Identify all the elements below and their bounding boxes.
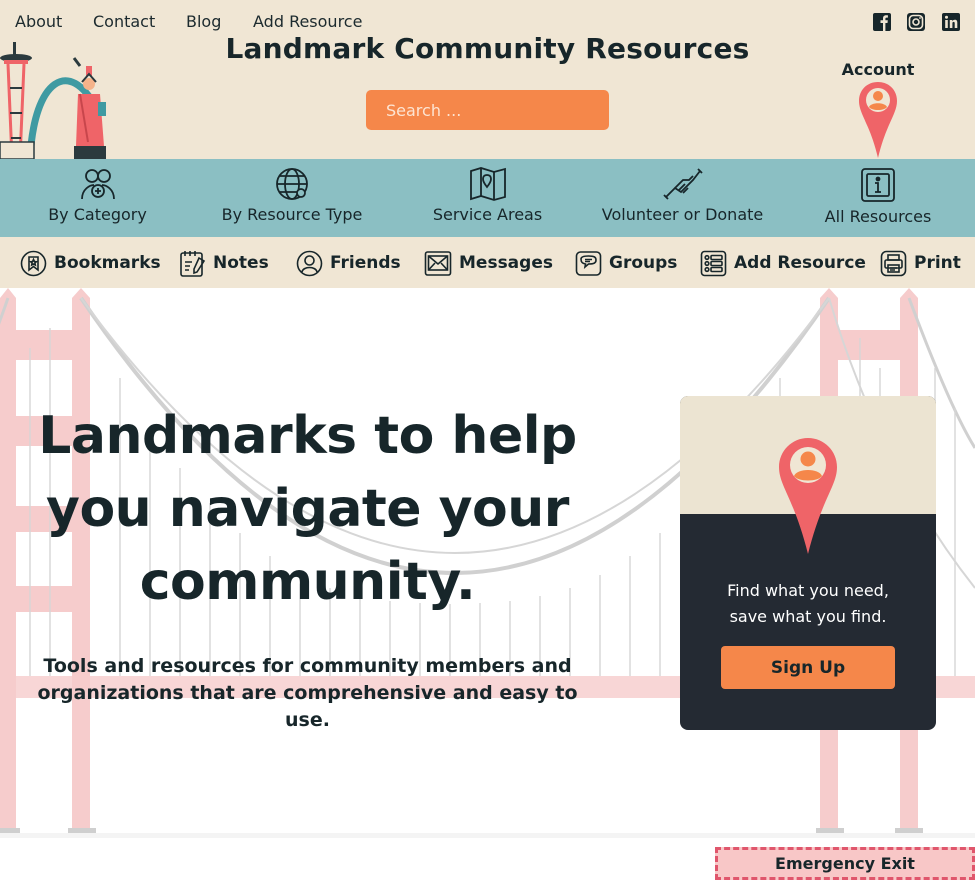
hero-section: Landmarks to help you navigate your comm… xyxy=(0,288,975,838)
blog-link[interactable]: Blog xyxy=(186,12,221,31)
tool-messages[interactable]: Messages xyxy=(424,249,553,277)
nav-by-category-label: By Category xyxy=(48,205,147,224)
nav-by-resource-type[interactable]: By Resource Type xyxy=(212,159,372,237)
handshake-icon xyxy=(662,168,703,200)
list-add-icon xyxy=(700,250,727,276)
contact-link[interactable]: Contact xyxy=(93,12,155,31)
nav-service-areas-label: Service Areas xyxy=(432,205,543,224)
hero-headline: Landmarks to help you navigate your comm… xyxy=(38,406,577,612)
add-resource-link[interactable]: Add Resource xyxy=(253,12,362,31)
tool-groups[interactable]: Groups xyxy=(575,249,677,277)
nav-service-areas[interactable]: Service Areas xyxy=(420,159,555,237)
nav-all-resources-label: All Resources xyxy=(824,207,932,226)
emergency-exit-button[interactable]: Emergency Exit xyxy=(715,847,975,880)
printer-icon xyxy=(880,250,907,276)
signup-card: Find what you need, save what you find. … xyxy=(680,396,936,730)
nav-volunteer-or-donate[interactable]: Volunteer or Donate xyxy=(595,159,770,237)
chat-bubble-icon xyxy=(575,250,602,276)
sign-up-button[interactable]: Sign Up xyxy=(721,646,895,689)
tool-add-resource-label: Add Resource xyxy=(734,253,866,273)
notes-icon xyxy=(180,250,206,277)
site-title: Landmark Community Resources xyxy=(225,32,750,65)
about-link[interactable]: About xyxy=(15,12,62,31)
user-location-pin-icon xyxy=(779,438,837,554)
tool-add-resource[interactable]: Add Resource xyxy=(700,249,866,277)
tool-messages-label: Messages xyxy=(459,253,553,273)
friends-icon xyxy=(296,250,323,276)
info-tablet-icon xyxy=(861,168,895,202)
search-input[interactable] xyxy=(366,90,609,130)
people-category-icon xyxy=(80,169,115,200)
tool-notes[interactable]: Notes xyxy=(179,249,269,277)
nav-by-category[interactable]: By Category xyxy=(30,159,165,237)
account-pin-icon[interactable] xyxy=(858,80,898,159)
hero-subhead: Tools and resources for community member… xyxy=(37,655,578,731)
instagram-icon[interactable] xyxy=(906,12,926,32)
globe-icon xyxy=(276,168,308,200)
tool-print-label: Print xyxy=(914,253,961,273)
tool-groups-label: Groups xyxy=(609,253,678,273)
tools-nav: Bookmarks Notes Friends Messages Groups … xyxy=(0,237,975,288)
category-nav: By Category By Resource Type Service Are… xyxy=(0,159,975,237)
map-icon xyxy=(469,167,506,201)
tool-friends[interactable]: Friends xyxy=(296,249,401,277)
site-header: About Contact Blog Add Resource Landmark… xyxy=(0,0,975,159)
envelope-icon xyxy=(424,250,452,276)
nav-all-resources[interactable]: All Resources xyxy=(813,159,943,237)
tool-bookmarks[interactable]: Bookmarks xyxy=(20,249,161,277)
facebook-icon[interactable] xyxy=(872,12,892,32)
page: About Contact Blog Add Resource Landmark… xyxy=(0,0,975,880)
signup-card-text-line2: save what you find. xyxy=(729,607,887,626)
nav-volunteer-or-donate-label: Volunteer or Donate xyxy=(601,205,764,224)
linkedin-icon[interactable] xyxy=(941,12,961,32)
signup-card-text-line1: Find what you need, xyxy=(727,581,889,600)
space-needle-statue-of-liberty-illustration xyxy=(0,42,106,159)
nav-by-resource-type-label: By Resource Type xyxy=(221,205,363,224)
account-label[interactable]: Account xyxy=(838,60,918,79)
tool-bookmarks-label: Bookmarks xyxy=(54,253,161,273)
tool-friends-label: Friends xyxy=(330,253,401,273)
tool-print[interactable]: Print xyxy=(880,249,961,277)
bookmark-icon xyxy=(20,250,47,276)
signup-card-text: Find what you need, save what you find. xyxy=(680,578,936,630)
tool-notes-label: Notes xyxy=(213,253,269,273)
